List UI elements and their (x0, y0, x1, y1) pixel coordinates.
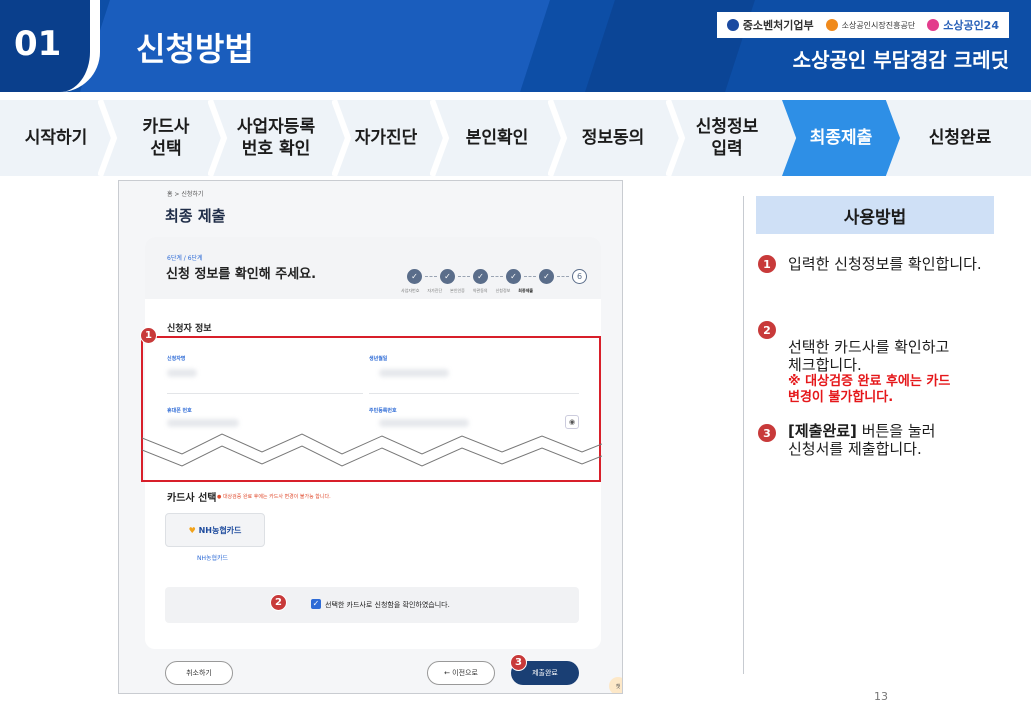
progress-label: 본인인증 (450, 288, 465, 293)
logo-semas-icon (825, 19, 838, 31)
current-step-dot: 6 (572, 269, 587, 284)
confirm-box: ✓ 선택한 카드사로 신청함을 확인하였습니다. (165, 587, 579, 623)
logo-sbiz24: 소상공인24 (927, 17, 999, 33)
form-question: 신청 정보를 확인해 주세요. (166, 267, 317, 282)
page-number: 13 (874, 690, 888, 703)
progress-label: 약관동의 (472, 288, 488, 293)
step-4: 자가진단 (354, 128, 418, 148)
card-select-warning: ● 대상검증 완료 후에는 카드사 변경이 불가능 합니다. (217, 494, 331, 500)
step-indicator: 6단계 / 6단계 (167, 255, 203, 262)
callout-badge-3: 3 (510, 654, 527, 671)
section-number-box: 01 (0, 0, 100, 92)
step-1: 시작하기 (24, 128, 88, 148)
header-banner: 01 신청방법 중소벤처기업부 소상공인시장진흥공단 소상공인24 소상공인 부… (0, 0, 1031, 92)
breadcrumb: 홈 > 신청하기 (167, 191, 204, 198)
step-number-2: 2 (758, 321, 776, 339)
confirm-text: 선택한 카드사로 신청함을 확인하였습니다. (325, 601, 450, 609)
instruction-3: [제출완료] 버튼을 눌러 신청서를 제출합니다. (788, 422, 935, 458)
check-icon: ✓ (407, 269, 422, 284)
page-subtitle: 소상공인 부담경감 크레딧 (792, 48, 1009, 72)
nh-logo-icon: ♥ (188, 525, 196, 535)
step-8: 최종제출 (809, 128, 873, 148)
callout-badge-2: 2 (270, 594, 287, 611)
screen-page-title: 최종 제출 (165, 207, 226, 225)
logo-text: 중소벤처기업부 (742, 19, 814, 32)
confirm-checkbox[interactable]: ✓ (311, 599, 321, 609)
check-icon: ✓ (440, 269, 455, 284)
instruction-2-note: ※ 대상검증 완료 후에는 카드 변경이 불가합니다. (788, 374, 951, 405)
card-header: 6단계 / 6단계 신청 정보를 확인해 주세요. ✓ ✓ ✓ ✓ ✓ 6 사업… (145, 237, 601, 299)
instruction-3-bold: [제출완료] (788, 422, 857, 440)
progress-dots: ✓ ✓ ✓ ✓ ✓ 6 (407, 269, 587, 284)
logo-text: 소상공인24 (943, 19, 999, 32)
card-option-label: NH농협카드 (197, 555, 229, 562)
instruction-2: 선택한 카드사를 확인하고 체크합니다. ※ 대상검증 완료 후에는 카드 변경… (788, 320, 950, 424)
logo-text: 소상공인시장진흥공단 (841, 20, 916, 30)
step-5: 본인확인 (465, 128, 529, 148)
step-2: 카드사 선택 (142, 117, 190, 159)
check-icon: ✓ (473, 269, 488, 284)
chevron-right-icon (98, 100, 118, 176)
section-number: 01 (14, 24, 62, 64)
instruction-2-text: 선택한 카드사를 확인하고 체크합니다. (788, 338, 950, 374)
progress-labels: 사업자번호 자가진단 본인인증 약관동의 신청정보 최종제출 (401, 288, 533, 294)
check-icon: ✓ (539, 269, 554, 284)
progress-label: 자가진단 (427, 288, 443, 293)
card-option-nh[interactable]: ♥ NH농협카드 (165, 513, 265, 547)
zigzag-break (142, 433, 602, 467)
card-option-name: NH농협카드 (198, 525, 242, 535)
page-title: 신청방법 (136, 30, 254, 68)
instruction-1: 입력한 신청정보를 확인합니다. (788, 255, 982, 273)
logo-mss-icon (726, 19, 739, 31)
card-select-title: 카드사 선택 (167, 493, 217, 504)
step-7: 신청정보 입력 (695, 117, 759, 159)
progress-label: 사업자번호 (401, 288, 420, 293)
partner-logos: 중소벤처기업부 소상공인시장진흥공단 소상공인24 (716, 12, 1009, 38)
prev-button[interactable]: ← 이전으로 (427, 661, 495, 685)
logo-sbiz24-icon (927, 19, 940, 31)
divider-line (743, 196, 744, 674)
logo-mss: 중소벤처기업부 (726, 17, 814, 33)
logo-semas: 소상공인시장진흥공단 (825, 19, 916, 31)
progress-label: 신청정보 (495, 288, 511, 293)
callout-badge-1: 1 (140, 327, 157, 344)
step-6: 정보동의 (581, 128, 645, 148)
step-number-1: 1 (758, 255, 776, 273)
step-9: 신청완료 (928, 128, 992, 148)
check-icon: ✓ (506, 269, 521, 284)
step-3: 사업자등록 번호 확인 (236, 117, 316, 159)
chatbot-icon[interactable]: 챗 (609, 677, 622, 693)
applicant-section-title: 신청자 정보 (167, 324, 212, 334)
cancel-button[interactable]: 취소하기 (165, 661, 233, 685)
step-number-3: 3 (758, 424, 776, 442)
progress-label: 최종제출 (518, 288, 534, 293)
usage-title: 사용방법 (756, 196, 994, 234)
